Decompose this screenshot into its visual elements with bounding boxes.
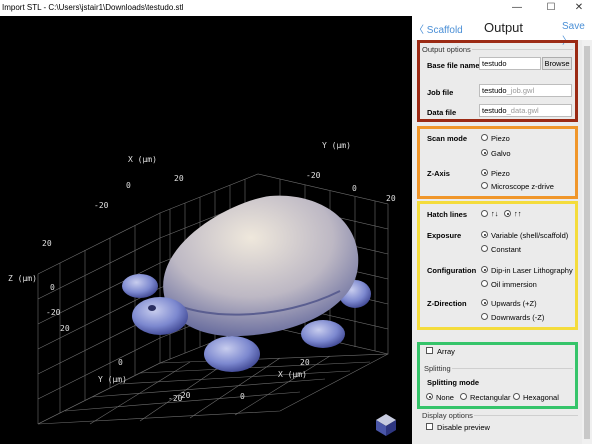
exposure-constant-radio[interactable] [481, 245, 488, 252]
scan-galvo-radio[interactable] [481, 149, 488, 156]
config-oil-radio[interactable] [481, 280, 488, 287]
array-checkbox[interactable] [426, 347, 433, 354]
split-rectangular-radio[interactable] [460, 393, 467, 400]
split-none-radio[interactable] [426, 393, 433, 400]
zdir-down-radio[interactable] [481, 313, 488, 320]
zdir-up-radio[interactable] [481, 299, 488, 306]
minimize-button[interactable]: — [506, 1, 528, 15]
split-none-label: None [436, 393, 454, 402]
panel-title: Output [484, 20, 524, 35]
browse-button[interactable]: Browse [542, 57, 572, 70]
zdir-up-label: Upwards (+Z) [491, 299, 537, 308]
disable-preview-label: Disable preview [437, 423, 490, 432]
zaxis-piezo-radio[interactable] [481, 169, 488, 176]
splitting-mode-label: Splitting mode [427, 378, 480, 387]
split-hexagonal-label: Hexagonal [523, 393, 559, 402]
job-file-label: Job file [427, 88, 454, 97]
disable-preview-checkbox[interactable] [426, 423, 433, 430]
title-bar: Import STL - C:\Users\jstair1\Downloads\… [0, 0, 592, 16]
panel-scrollbar[interactable] [582, 40, 592, 444]
zaxis-zdrive-radio[interactable] [481, 182, 488, 189]
scrollbar-thumb[interactable] [584, 46, 590, 439]
preview-viewport[interactable]: X (μm) Y (μm) Z (μm) Y (μm) X (μm) 0 -20… [0, 16, 412, 444]
zaxis-label: Z-Axis [427, 169, 450, 178]
configuration-label: Configuration [427, 266, 477, 275]
zaxis-zdrive-label: Microscope z-drive [491, 182, 554, 191]
panel-header: 〈 Scaffold Output Save 〉 [412, 16, 592, 47]
back-scaffold-link[interactable]: 〈 Scaffold [414, 21, 463, 36]
job-file-input[interactable]: testudo_job.gwl [479, 84, 572, 97]
scan-mode-label: Scan mode [427, 134, 468, 143]
data-file-input[interactable]: testudo_data.gwl [479, 104, 572, 117]
display-options-group-label: Display options [422, 411, 473, 420]
exposure-variable-label: Variable (shell/scaffold) [491, 231, 569, 240]
hatch-updown-radio[interactable] [481, 210, 488, 217]
group-divider [452, 368, 573, 369]
maximize-button[interactable]: ☐ [540, 1, 562, 15]
split-hexagonal-radio[interactable] [513, 393, 520, 400]
base-file-name-label: Base file name [427, 61, 480, 70]
base-file-name-input[interactable]: testudo [479, 57, 541, 70]
config-oil-label: Oil immersion [491, 280, 537, 289]
zaxis-piezo-label: Piezo [491, 169, 510, 178]
exposure-variable-radio[interactable] [481, 231, 488, 238]
settings-panel: 〈 Scaffold Output Save 〉 Output options … [412, 16, 592, 444]
exposure-constant-label: Constant [491, 245, 522, 254]
hatch-upup-radio[interactable] [504, 210, 511, 217]
splitting-group-label: Splitting [424, 364, 451, 373]
group-divider [474, 415, 578, 416]
scan-galvo-label: Galvo [491, 149, 511, 158]
hatch-lines-label: Hatch lines [427, 210, 468, 219]
close-button[interactable]: ✕ [568, 1, 590, 15]
config-dip-in-label: Dip-in Laser Lithography [491, 266, 573, 275]
window-title: Import STL - C:\Users\jstair1\Downloads\… [2, 3, 184, 12]
zdirection-label: Z-Direction [427, 299, 467, 308]
hatch-upup-label: ↑↑ [514, 209, 522, 218]
config-dip-in-radio[interactable] [481, 266, 488, 273]
array-label: Array [437, 347, 455, 356]
scan-piezo-radio[interactable] [481, 134, 488, 141]
output-options-group-label: Output options [422, 45, 471, 54]
split-rectangular-label: Rectangular [470, 393, 511, 402]
data-file-label: Data file [427, 108, 457, 117]
hatch-updown-label: ↑↓ [491, 209, 499, 218]
group-divider [472, 49, 573, 50]
exposure-label: Exposure [427, 231, 462, 240]
scan-piezo-label: Piezo [491, 134, 510, 143]
view-cube-icon[interactable] [0, 16, 412, 444]
zdir-down-label: Downwards (-Z) [491, 313, 545, 322]
